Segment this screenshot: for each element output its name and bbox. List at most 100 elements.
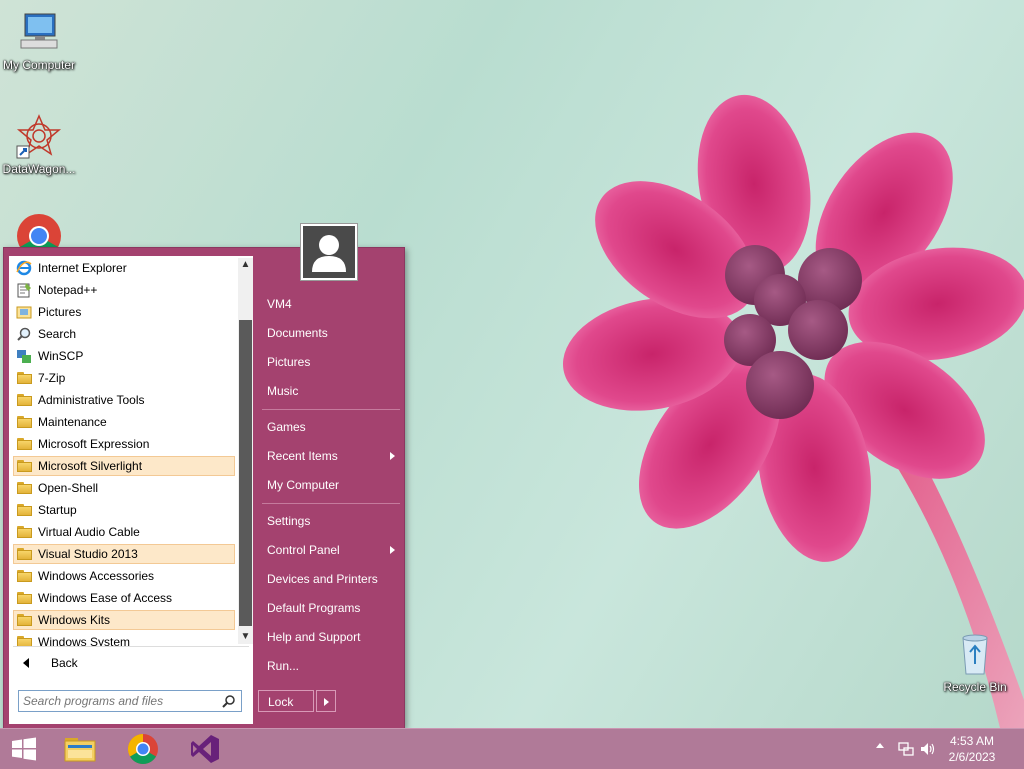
taskbar-chrome[interactable]: [119, 731, 167, 767]
desktop-icon-datawagon[interactable]: DataWagon...: [0, 112, 78, 176]
folder-icon: [16, 436, 32, 452]
clock-date: 2/6/2023: [948, 750, 996, 764]
folder-icon: [16, 480, 32, 496]
places-item-settings[interactable]: Settings: [262, 510, 402, 532]
programs-scrollbar[interactable]: ▲ ▼: [238, 258, 253, 644]
windows-start-icon: [12, 737, 36, 761]
program-item[interactable]: Startup: [13, 500, 235, 520]
show-hidden-icons-icon[interactable]: [876, 743, 884, 748]
places-item-default-programs[interactable]: Default Programs: [262, 597, 402, 619]
program-item[interactable]: Maintenance: [13, 412, 235, 432]
program-item[interactable]: Notepad++: [13, 280, 235, 300]
folder-icon: [16, 524, 32, 540]
search-box[interactable]: [18, 690, 242, 712]
shutdown-options-button[interactable]: [316, 690, 336, 712]
program-item[interactable]: Virtual Audio Cable: [13, 522, 235, 542]
places-item-documents[interactable]: Documents: [262, 322, 402, 344]
places-item-run[interactable]: Run...: [262, 655, 402, 677]
programs-list: Internet Explorer Notepad++ Pictures Search…: [13, 258, 235, 646]
lock-label: Lock: [268, 695, 294, 709]
program-label: WinSCP: [38, 349, 84, 363]
program-label: Internet Explorer: [38, 261, 127, 275]
volume-icon[interactable]: [920, 741, 936, 757]
places-item-help-and-support[interactable]: Help and Support: [262, 626, 402, 648]
visual-studio-icon: [191, 735, 219, 763]
program-label: Maintenance: [38, 415, 107, 429]
divider: [262, 503, 400, 504]
program-item[interactable]: Visual Studio 2013: [13, 544, 235, 564]
program-label: 7-Zip: [38, 371, 66, 385]
scroll-down-icon[interactable]: ▼: [238, 630, 253, 644]
places-item-devices-and-printers[interactable]: Devices and Printers: [262, 568, 402, 590]
program-label: Windows Ease of Access: [38, 591, 173, 605]
lock-button[interactable]: Lock: [258, 690, 314, 712]
places-item-label: VM4: [267, 297, 292, 311]
desktop-icon-label: DataWagon...: [2, 162, 76, 176]
places-item-label: Recent Items: [267, 449, 338, 463]
program-item[interactable]: Windows Kits: [13, 610, 235, 630]
divider: [13, 646, 249, 647]
notepad-plus-icon: [16, 282, 32, 298]
program-label: Open-Shell: [38, 481, 99, 495]
search-icon[interactable]: [222, 694, 236, 708]
places-item-label: Default Programs: [267, 601, 361, 615]
user-picture-button[interactable]: [300, 223, 358, 281]
scroll-thumb[interactable]: [239, 320, 252, 626]
desktop-icon-my-computer[interactable]: My Computer: [0, 8, 78, 72]
program-label: Windows Kits: [38, 613, 111, 627]
program-item[interactable]: 7-Zip: [13, 368, 235, 388]
taskbar-file-explorer[interactable]: [56, 731, 104, 767]
places-item-label: Control Panel: [267, 543, 340, 557]
program-item[interactable]: Open-Shell: [13, 478, 235, 498]
folder-icon: [16, 502, 32, 518]
folder-icon: [16, 546, 32, 562]
desktop-icon-recycle-bin[interactable]: Recycle Bin: [936, 630, 1014, 694]
clock[interactable]: 4:53 AM 2/6/2023: [942, 733, 1002, 765]
places-item-label: Settings: [267, 514, 311, 528]
file-explorer-icon: [64, 738, 96, 762]
search-input[interactable]: [23, 693, 213, 709]
back-label: Back: [51, 656, 78, 670]
folder-icon: [16, 590, 32, 606]
chevron-right-icon: [324, 698, 329, 706]
places-item-label: Pictures: [267, 355, 311, 369]
program-item[interactable]: Windows Ease of Access: [13, 588, 235, 608]
program-label: Startup: [38, 503, 77, 517]
program-item[interactable]: WinSCP: [13, 346, 235, 366]
start-button[interactable]: [0, 731, 48, 767]
scroll-up-icon[interactable]: ▲: [238, 258, 253, 272]
taskbar-visual-studio[interactable]: [181, 731, 229, 767]
places-item-my-computer[interactable]: My Computer: [262, 474, 402, 496]
program-label: Administrative Tools: [38, 393, 145, 407]
network-icon[interactable]: [898, 741, 914, 757]
program-item[interactable]: Internet Explorer: [13, 258, 235, 278]
program-item[interactable]: Microsoft Expression: [13, 434, 235, 454]
program-item[interactable]: Search: [13, 324, 235, 344]
program-item[interactable]: Windows System: [13, 632, 235, 646]
program-label: Pictures: [38, 305, 82, 319]
places-item-label: Devices and Printers: [267, 572, 378, 586]
program-item[interactable]: Windows Accessories: [13, 566, 235, 586]
places-item-vm4[interactable]: VM4: [262, 293, 402, 315]
start-menu: Internet Explorer Notepad++ Pictures Search…: [3, 247, 405, 729]
recycle-bin-icon: [951, 630, 999, 678]
datawagon-icon: [15, 112, 63, 160]
folder-icon: [16, 458, 32, 474]
program-label: Visual Studio 2013: [38, 547, 138, 561]
program-label: Windows System: [38, 635, 131, 646]
folder-icon: [16, 568, 32, 584]
places-item-control-panel[interactable]: Control Panel: [262, 539, 402, 561]
back-button[interactable]: Back: [19, 652, 219, 674]
program-label: Windows Accessories: [38, 569, 155, 583]
program-item[interactable]: Administrative Tools: [13, 390, 235, 410]
places-item-music[interactable]: Music: [262, 380, 402, 402]
user-avatar-icon: [312, 235, 346, 272]
programs-pane: Internet Explorer Notepad++ Pictures Search…: [9, 256, 253, 724]
desktop-icon-label: My Computer: [2, 58, 76, 72]
program-item[interactable]: Microsoft Silverlight: [13, 456, 235, 476]
program-item[interactable]: Pictures: [13, 302, 235, 322]
places-item-recent-items[interactable]: Recent Items: [262, 445, 402, 467]
places-item-pictures[interactable]: Pictures: [262, 351, 402, 373]
program-label: Microsoft Silverlight: [38, 459, 143, 473]
places-item-games[interactable]: Games: [262, 416, 402, 438]
